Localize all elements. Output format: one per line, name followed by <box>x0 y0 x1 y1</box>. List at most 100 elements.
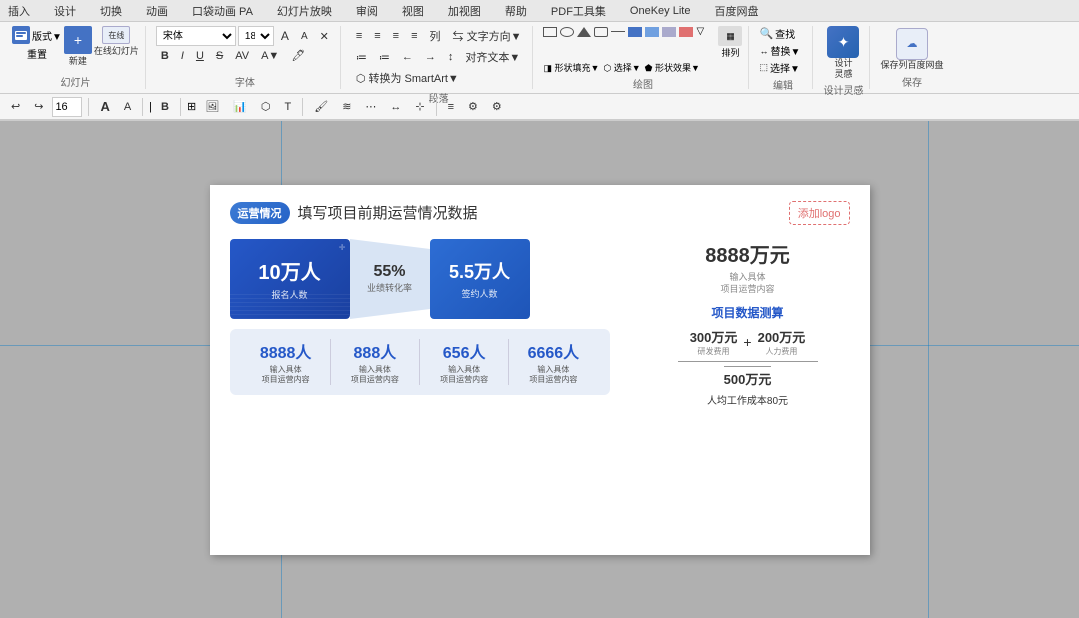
line-spacing-btn[interactable]: ↕ <box>443 49 459 65</box>
font-group: 宋体 18 A A ✕ B I U S AV A▼ 🖊 <box>150 26 341 89</box>
ribbon-tabs: 插入 设计 切换 动画 口袋动画 PA 幻灯片放映 审阅 视图 加视图 帮助 P… <box>0 0 1079 22</box>
calc-num2: 200万元 人力费用 <box>758 327 806 357</box>
calc-num2-label: 人力费用 <box>765 346 797 357</box>
drawing-group-label: 绘图 <box>543 74 742 91</box>
undo-btn[interactable]: ↩ <box>6 98 25 115</box>
tab-insert[interactable]: 插入 <box>4 1 34 21</box>
font-family-select[interactable]: 宋体 <box>156 26 236 46</box>
align-center-btn[interactable]: ≡ <box>369 28 385 44</box>
save-baidu-btn[interactable]: ☁ 保存列百度网盘 <box>880 28 943 71</box>
strikethrough-btn[interactable]: S <box>211 48 228 64</box>
shape-roundrect[interactable] <box>594 27 608 37</box>
misc-btn1[interactable]: ≋ <box>337 98 356 115</box>
font-grow-btn[interactable]: A <box>276 27 294 45</box>
tab-view[interactable]: 视图 <box>398 1 428 21</box>
font-group-label: 字体 <box>156 72 334 89</box>
calc-num1: 300万元 研发费用 <box>690 327 738 357</box>
funnel-wrapper: ✛ 10万人 报名人数 55% <box>230 239 610 319</box>
bottom-metric-1: 888人 输入具体 项目运营内容 <box>331 339 420 386</box>
underline-btn[interactable]: U <box>191 48 209 64</box>
logo-placeholder[interactable]: 添加logo <box>789 201 850 225</box>
numbering-btn[interactable]: ≔ <box>374 49 395 66</box>
tab-pdf[interactable]: PDF工具集 <box>547 1 610 21</box>
insert-chart-btn[interactable]: 📊 <box>228 98 252 115</box>
indent-inc-btn[interactable]: → <box>420 49 441 65</box>
replace-btn[interactable]: ↔ 替换▼ <box>759 43 800 58</box>
misc-btn5[interactable]: ≡ <box>443 99 459 115</box>
tab-help[interactable]: 帮助 <box>501 1 531 21</box>
redo-btn[interactable]: ↪ <box>29 98 48 115</box>
font-grow2-btn[interactable]: A <box>95 97 114 116</box>
design-inspiration-btn[interactable]: ✦ 设计灵感 <box>827 26 859 80</box>
italic-btn[interactable]: I <box>176 48 189 64</box>
separator3 <box>180 98 181 116</box>
find-btn[interactable]: 🔍 查找 <box>759 26 795 41</box>
insert-img-btn[interactable]: 🖼 <box>200 98 224 115</box>
justify-btn[interactable]: ≡ <box>406 28 422 44</box>
bottom-sub-1: 输入具体 项目运营内容 <box>351 365 399 386</box>
font-color-btn[interactable]: A▼ <box>256 48 284 64</box>
misc-btn2[interactable]: ⋯ <box>360 98 381 115</box>
align-right-btn[interactable]: ≡ <box>388 28 404 44</box>
text-dir-btn[interactable]: ⇆ 文字方向▼ <box>448 26 527 46</box>
tab-pa[interactable]: 口袋动画 PA <box>188 1 257 21</box>
shape-filled3[interactable] <box>662 27 676 37</box>
smartart-btn[interactable]: ⬡ 转换为 SmartArt▼ <box>351 68 464 88</box>
insert-shape2-btn[interactable]: ⬡ <box>256 98 276 115</box>
tab-onekey[interactable]: OneKey Lite <box>626 3 695 19</box>
table-icon: ⊞ <box>187 100 196 113</box>
char-spacing-btn[interactable]: AV <box>230 48 254 64</box>
ribbon-main: 版式▼ 重置 + 新建 在线 在线幻灯片 幻灯片 <box>0 22 1079 94</box>
slides-group-label: 幻灯片 <box>12 72 139 89</box>
insert-text-btn[interactable]: T <box>279 99 296 115</box>
shape-rect[interactable] <box>543 27 557 37</box>
separator1 <box>88 98 89 116</box>
align-left-btn[interactable]: ≡ <box>351 28 367 44</box>
misc-btn7[interactable]: ⚙ <box>487 98 507 115</box>
bold-btn[interactable]: B <box>156 48 174 64</box>
tab-addin[interactable]: 加视图 <box>444 1 485 21</box>
tab-baidu[interactable]: 百度网盘 <box>710 1 762 21</box>
online-slide-btn[interactable]: 在线 在线幻灯片 <box>94 26 139 57</box>
misc-btn3[interactable]: ↔ <box>385 99 406 115</box>
canvas-area: 运营情况 填写项目前期运营情况数据 添加logo ✛ 10万人 报名人数 <box>0 121 1079 618</box>
tab-transition[interactable]: 切换 <box>96 1 126 21</box>
quick-styles-btn[interactable]: ⬡ 选择▼ <box>603 61 640 74</box>
shape-filled[interactable] <box>628 27 642 37</box>
misc-btn6[interactable]: ⚙ <box>463 98 483 115</box>
paint-format-btn[interactable]: 🖌 <box>309 98 333 115</box>
right-big-number: 8888万元 <box>705 239 790 268</box>
shape-fill-btn[interactable]: ◨ 形状填充▼ <box>543 61 599 74</box>
misc-btn4[interactable]: ⊹ <box>410 98 429 115</box>
font-shrink2-btn[interactable]: A <box>119 99 136 115</box>
bold2-btn[interactable]: B <box>156 99 174 115</box>
shape-oval[interactable] <box>560 27 574 37</box>
separator5 <box>436 98 437 116</box>
col-btn[interactable]: 列 <box>425 26 446 46</box>
right-card-number: 5.5万人 <box>449 258 510 284</box>
shape-more[interactable]: ▽ <box>696 26 712 37</box>
list-btn[interactable]: ≔ <box>351 49 372 66</box>
align-text-btn[interactable]: 对齐文本▼ <box>460 47 525 67</box>
select-btn[interactable]: ⬚ 选择▼ <box>759 60 799 75</box>
shape-effect-btn[interactable]: ⬟ 形状效果▼ <box>645 61 700 74</box>
font-size-input[interactable] <box>52 97 82 117</box>
highlight-btn[interactable]: 🖊 <box>286 47 310 64</box>
clear-format-btn[interactable]: ✕ <box>315 28 334 45</box>
tab-animation[interactable]: 动画 <box>142 1 172 21</box>
tab-slideshow[interactable]: 幻灯片放映 <box>273 1 336 21</box>
tab-review[interactable]: 审阅 <box>352 1 382 21</box>
font-size-select[interactable]: 18 <box>238 26 274 46</box>
indent-dec-btn[interactable]: ← <box>397 49 418 65</box>
format-label: 版式▼ <box>32 28 62 43</box>
tab-design[interactable]: 设计 <box>50 1 80 21</box>
new-slide-btn[interactable]: + 新建 <box>64 26 92 67</box>
shape-filled2[interactable] <box>645 27 659 37</box>
reset-label[interactable]: 重置 <box>27 46 47 61</box>
right-panel: 8888万元 输入具体 项目运营内容 项目数据测算 300万元 研发费用 + <box>626 239 850 407</box>
font-shrink-btn[interactable]: A <box>296 29 313 44</box>
shape-line[interactable] <box>611 31 625 32</box>
shape-filled4[interactable] <box>679 27 693 37</box>
shape-triangle[interactable] <box>577 27 591 37</box>
arrange-btn[interactable]: ▦ 排列 <box>718 26 742 59</box>
